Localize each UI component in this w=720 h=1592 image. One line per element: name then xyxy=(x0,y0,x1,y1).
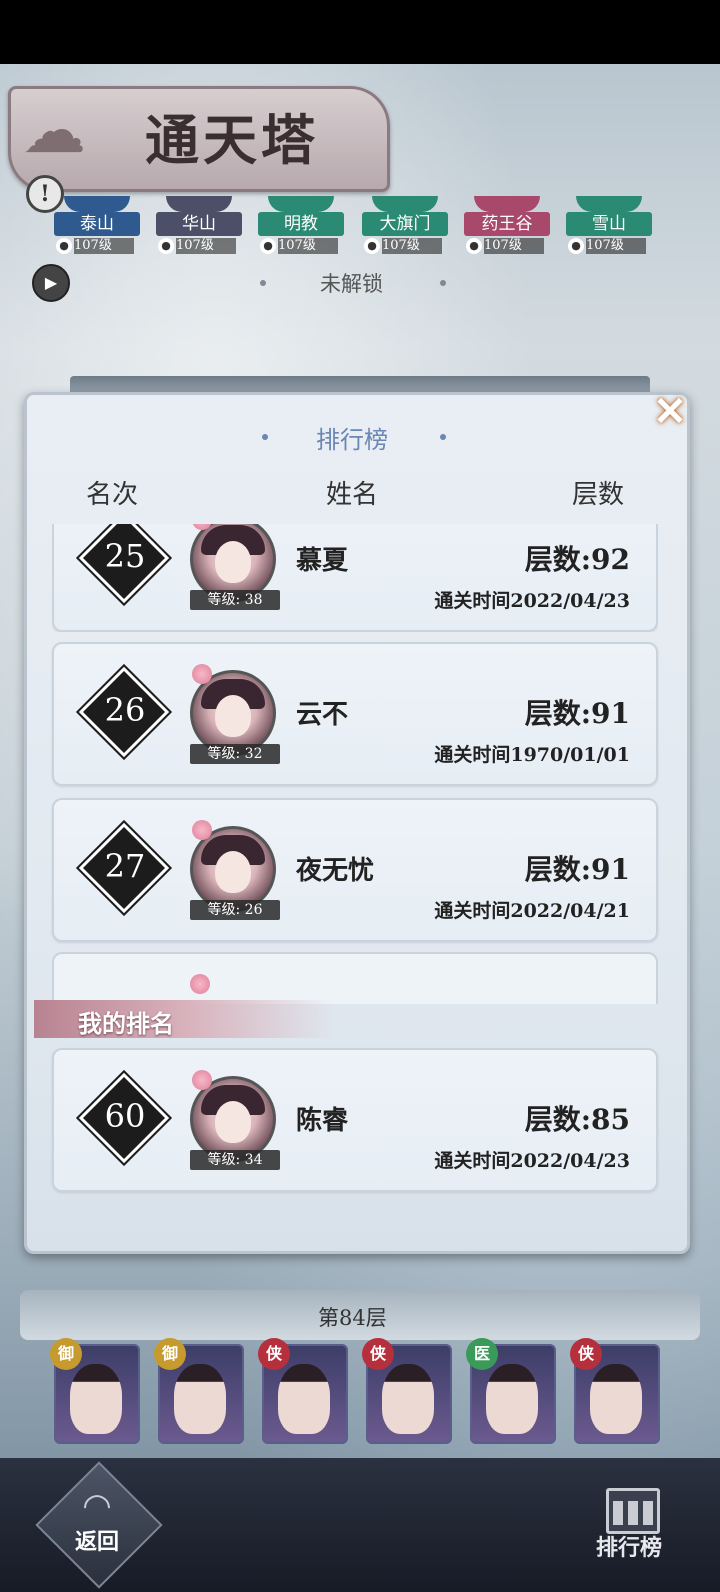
role-tag-icon: 御 xyxy=(50,1338,82,1370)
sect-card[interactable]: 华山 ● 107级 xyxy=(156,196,242,258)
sect-card[interactable]: 雪山 ● 107级 xyxy=(566,196,652,258)
leaderboard-button-label[interactable]: 排行榜 xyxy=(596,1530,662,1562)
close-button[interactable]: ✕ xyxy=(650,392,690,432)
floors-value: 层数:91 xyxy=(524,853,630,886)
mountain-icon: ● xyxy=(158,238,174,254)
my-rank-label: 我的排名 xyxy=(78,1009,174,1038)
player-level: 等级: 32 xyxy=(190,744,280,764)
flower-ornament xyxy=(190,974,210,994)
player-level: 等级: 26 xyxy=(190,900,280,920)
table-row[interactable]: 27 等级: 26 夜无忧 层数:91 通关时间2022/04/21 xyxy=(52,798,658,942)
hero-face xyxy=(486,1364,538,1434)
list-item-partial[interactable] xyxy=(52,952,658,1004)
dot-decoration xyxy=(440,434,446,440)
fire-icon: ● xyxy=(466,238,482,254)
sect-card[interactable]: 大旗门 ● 107级 xyxy=(362,196,448,258)
leaderboard-title: 排行榜 xyxy=(316,426,388,454)
table-row[interactable]: 26 等级: 32 云不 层数:91 通关时间1970/01/01 xyxy=(52,642,658,786)
sect-level: 107级 xyxy=(278,238,338,254)
role-tag-icon: 医 xyxy=(466,1338,498,1370)
clear-time: 通关时间1970/01/01 xyxy=(434,744,630,766)
play-icon[interactable]: ▶ xyxy=(32,264,70,302)
sect-art xyxy=(64,196,130,212)
hero-face xyxy=(278,1364,330,1434)
sect-art xyxy=(372,196,438,212)
back-icon: ◠ xyxy=(82,1486,112,1526)
player-level: 等级: 34 xyxy=(190,1150,280,1170)
sect-level: 107级 xyxy=(74,238,134,254)
header-name: 姓名 xyxy=(326,480,379,510)
dot-decoration xyxy=(262,434,268,440)
hero-face xyxy=(590,1364,642,1434)
player-name: 云不 xyxy=(296,700,349,730)
sect-card[interactable]: 明教 ● 107级 xyxy=(258,196,344,258)
rank-number: 27 xyxy=(104,847,146,885)
water-icon: ● xyxy=(56,238,72,254)
dot-decoration xyxy=(440,280,446,286)
role-tag-icon: 侠 xyxy=(258,1338,290,1370)
sect-level: 107级 xyxy=(176,238,236,254)
floors-value: 层数:85 xyxy=(524,1103,630,1136)
hero-face xyxy=(382,1364,434,1434)
rank-number: 26 xyxy=(104,691,146,729)
floor-label: 第84层 xyxy=(318,1306,387,1330)
leaf-icon: ● xyxy=(568,238,584,254)
role-tag-icon: 御 xyxy=(154,1338,186,1370)
cloud-ornament-icon: ☁ xyxy=(22,94,86,168)
sect-card[interactable]: 泰山 ● 107级 xyxy=(54,196,140,258)
player-name: 陈睿 xyxy=(296,1106,349,1136)
floors-value: 层数:92 xyxy=(524,543,630,576)
leaf-icon: ● xyxy=(364,238,380,254)
clear-time: 通关时间2022/04/23 xyxy=(434,590,630,612)
hero-face xyxy=(174,1364,226,1434)
player-name: 夜无忧 xyxy=(296,856,375,886)
sect-art xyxy=(268,196,334,212)
flower-ornament xyxy=(192,820,212,840)
player-level: 等级: 38 xyxy=(190,590,280,610)
player-name: 慕夏 xyxy=(296,546,349,576)
sect-name: 药王谷 xyxy=(464,212,550,236)
sect-name: 华山 xyxy=(156,212,242,236)
flower-ornament xyxy=(192,1070,212,1090)
unlock-status: 未解锁 xyxy=(320,272,383,296)
status-bar-area xyxy=(0,0,720,64)
role-tag-icon: 侠 xyxy=(570,1338,602,1370)
sect-name: 大旗门 xyxy=(362,212,448,236)
hero-face xyxy=(70,1364,122,1434)
clear-time: 通关时间2022/04/21 xyxy=(434,900,630,922)
sect-level: 107级 xyxy=(586,238,646,254)
clear-time: 通关时间2022/04/23 xyxy=(434,1150,630,1172)
sect-art xyxy=(576,196,642,212)
sect-name: 明教 xyxy=(258,212,344,236)
dot-decoration xyxy=(260,280,266,286)
header-floors: 层数 xyxy=(572,480,625,510)
back-button-label[interactable]: 返回 xyxy=(70,1524,124,1556)
header-rank: 名次 xyxy=(86,480,139,510)
sect-level: 107级 xyxy=(382,238,442,254)
sect-name: 泰山 xyxy=(54,212,140,236)
sect-art xyxy=(474,196,540,212)
role-tag-icon: 侠 xyxy=(362,1338,394,1370)
floors-value: 层数:91 xyxy=(524,697,630,730)
leaf-icon: ● xyxy=(260,238,276,254)
sect-name: 雪山 xyxy=(566,212,652,236)
rank-number: 60 xyxy=(104,1097,146,1135)
page-title: 通天塔 xyxy=(145,108,319,172)
sect-card[interactable]: 药王谷 ● 107级 xyxy=(464,196,550,258)
sect-level: 107级 xyxy=(484,238,544,254)
leaderboard-icon[interactable] xyxy=(606,1488,660,1534)
flower-ornament xyxy=(192,664,212,684)
rank-number: 25 xyxy=(104,537,146,575)
my-rank-card[interactable]: 60 等级: 34 陈睿 层数:85 通关时间2022/04/23 xyxy=(52,1048,658,1192)
sect-art xyxy=(166,196,232,212)
